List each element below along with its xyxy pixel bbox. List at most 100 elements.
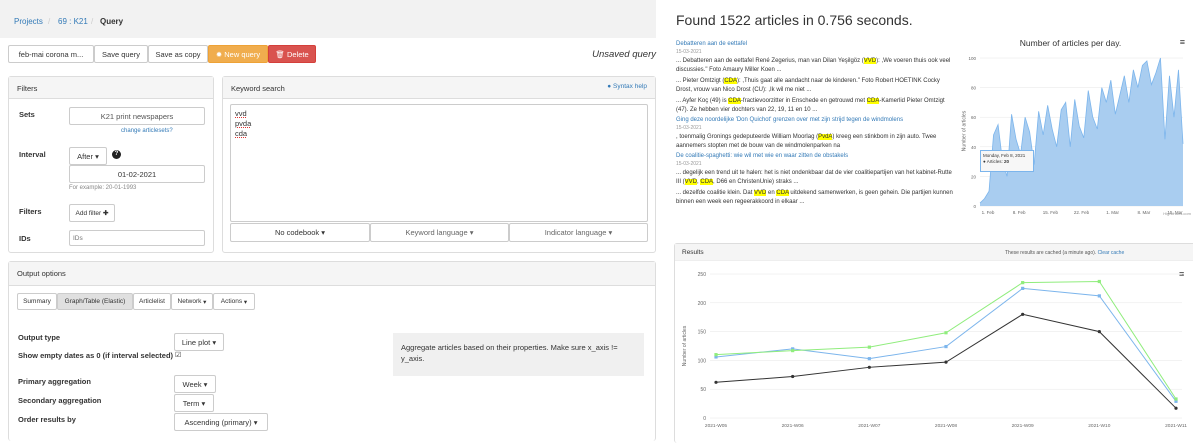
plus-icon: ✚	[103, 210, 109, 217]
data-point	[791, 374, 795, 379]
article-title[interactable]: De coalitie-spaghetti: wie wil met wie e…	[676, 152, 956, 161]
query-name-button[interactable]: feb-mai corona m...	[8, 45, 94, 63]
breadcrumb: Projects / 69 : K21 / Query	[0, 0, 656, 38]
tab-network[interactable]: Network ▾	[171, 293, 213, 310]
x-tick-label: 22. Feb	[1074, 210, 1090, 215]
article-date: 15-03-2021	[676, 161, 702, 167]
new-icon: ✹	[215, 49, 225, 59]
results-panel-title: Results	[682, 249, 704, 256]
data-point	[1174, 406, 1178, 410]
x-tick-label: 15. Feb	[1043, 210, 1059, 215]
data-point	[867, 345, 871, 349]
y-tick-label: 0	[973, 204, 976, 209]
y-tick-label: 100	[698, 358, 707, 364]
tab-articlelist[interactable]: Articlelist	[133, 293, 171, 310]
y-tick-label: 80	[971, 86, 977, 91]
save-as-copy-button[interactable]: Save as copy	[148, 45, 208, 63]
change-sets-link[interactable]: change articlesets?	[121, 128, 173, 134]
sets-selector[interactable]: K21 print newspapers	[69, 107, 205, 125]
article-title[interactable]: Ging deze noordelijke 'Don Quichot' gren…	[676, 116, 956, 125]
secondary-aggregation-label: Secondary aggregation	[18, 396, 102, 405]
ids-label: IDs	[19, 234, 31, 243]
add-filter-button[interactable]: Add filter ✚	[69, 204, 115, 222]
ids-input[interactable]	[69, 230, 205, 246]
keyword-panel-title: Keyword search	[223, 77, 655, 99]
x-tick-label: 2021-W08	[935, 423, 957, 429]
data-point	[1097, 279, 1101, 284]
delete-button[interactable]: 🗑 Delete	[268, 45, 316, 63]
interval-date-input[interactable]: 01-02-2021	[69, 165, 205, 183]
results-line-chart: 0 50 100 150 200 250 Number of articles 2021-W0…	[682, 272, 1187, 429]
output-panel-title: Output options	[9, 262, 655, 286]
new-query-button[interactable]: ✹ New query	[208, 45, 268, 63]
data-point	[944, 331, 948, 335]
y-tick-label: 60	[971, 115, 977, 120]
codebook-dropdown[interactable]: No codebook ▾	[230, 223, 370, 242]
results-heading: Found 1522 articles in 0.756 seconds.	[676, 12, 913, 28]
article-item: Ging deze noordelijke 'Don Quichot' gren…	[676, 116, 956, 151]
info-icon: ●	[607, 83, 612, 90]
per-day-area: 100 80 60 40 20 0 1. Feb 8. Feb 15. Feb 22. Feb 1.…	[968, 56, 1184, 215]
save-query-button[interactable]: Save query	[94, 45, 148, 63]
highcharts-credit: Highcharts.com	[1163, 211, 1191, 216]
output-type-label: Output type	[18, 333, 61, 342]
breadcrumb-projects[interactable]: Projects	[14, 17, 43, 26]
tab-graph-table[interactable]: Graph/Table (Elastic)	[57, 293, 133, 310]
aggregation-info: Aggregate articles based on their proper…	[393, 333, 644, 376]
filters-label: Filters	[19, 207, 42, 216]
keyword-line: cda	[235, 129, 248, 138]
series-line	[715, 280, 1177, 400]
article-title[interactable]: Debatteren aan de eettafel	[676, 40, 956, 49]
data-point	[791, 349, 795, 353]
data-point	[867, 365, 871, 369]
tab-summary[interactable]: Summary	[17, 293, 57, 310]
x-tick-label: 8. Mar	[1137, 210, 1150, 215]
x-tick-label: 2021-W10	[1088, 423, 1110, 429]
article-snippet: ... degelijk een trend uit te halen: het…	[676, 170, 952, 185]
secondary-aggregation-dropdown[interactable]: Term ▾	[174, 394, 214, 412]
show-empty-label: Show empty dates as 0 (if interval selec…	[18, 351, 174, 360]
x-tick-label: 2021-W09	[1012, 423, 1034, 429]
tab-actions[interactable]: Actions ▾	[213, 293, 255, 310]
y-tick-label: 100	[968, 56, 976, 61]
output-type-dropdown[interactable]: Line plot ▾	[174, 333, 224, 351]
articles-per-day-chart: Number of articles per day. ≡ Number of …	[958, 37, 1193, 223]
data-point	[1021, 312, 1025, 316]
x-tick-label: 8. Feb	[1013, 210, 1026, 215]
data-point	[1097, 294, 1101, 298]
article-snippet: ... Ayfer Koç (49) is CDA-fractievoorzit…	[676, 98, 945, 113]
keyword-language-dropdown[interactable]: Keyword language ▾	[370, 223, 509, 242]
data-point	[714, 380, 718, 384]
data-point	[1021, 286, 1025, 290]
article-date: 15-03-2021	[676, 49, 702, 55]
order-results-dropdown[interactable]: Ascending (primary) ▾	[174, 413, 268, 431]
x-tick-label: 2021-W05	[705, 423, 727, 429]
y-tick-label: 0	[703, 416, 706, 422]
keyword-textarea[interactable]: vvd pvda cda	[230, 104, 648, 222]
syntax-help-link[interactable]: ● Syntax help	[607, 83, 647, 90]
data-point	[1097, 330, 1101, 334]
article-item: De coalitie-spaghetti: wie wil met wie e…	[676, 152, 956, 207]
interval-mode-dropdown[interactable]: After ▾	[69, 147, 107, 165]
data-point	[1021, 281, 1025, 285]
order-results-label: Order results by	[18, 415, 76, 424]
clear-cache-link[interactable]: Clear cache	[1098, 250, 1125, 256]
breadcrumb-project[interactable]: 69 : K21	[58, 17, 88, 26]
y-tick-label: 250	[698, 272, 707, 278]
y-tick-label: 20	[971, 174, 977, 179]
indicator-language-dropdown[interactable]: Indicator language ▾	[509, 223, 648, 242]
trash-icon: 🗑	[275, 49, 287, 59]
breadcrumb-separator: /	[91, 17, 94, 26]
show-empty-checkbox[interactable]: ☑	[175, 351, 181, 359]
series-line	[715, 287, 1177, 402]
article-item: Debatteren aan de eettafel 15-03-2021 ... …	[676, 40, 956, 115]
data-point	[1174, 397, 1178, 401]
interval-label: Interval	[19, 150, 46, 159]
question-icon[interactable]: ?	[112, 150, 121, 159]
x-tick-label: 1. Feb	[982, 210, 995, 215]
primary-aggregation-dropdown[interactable]: Week ▾	[174, 375, 216, 393]
data-point	[944, 360, 948, 364]
x-tick-label: 2021-W11	[1165, 423, 1187, 429]
y-tick-label: 150	[698, 330, 707, 336]
filters-panel-title: Filters	[9, 77, 213, 99]
